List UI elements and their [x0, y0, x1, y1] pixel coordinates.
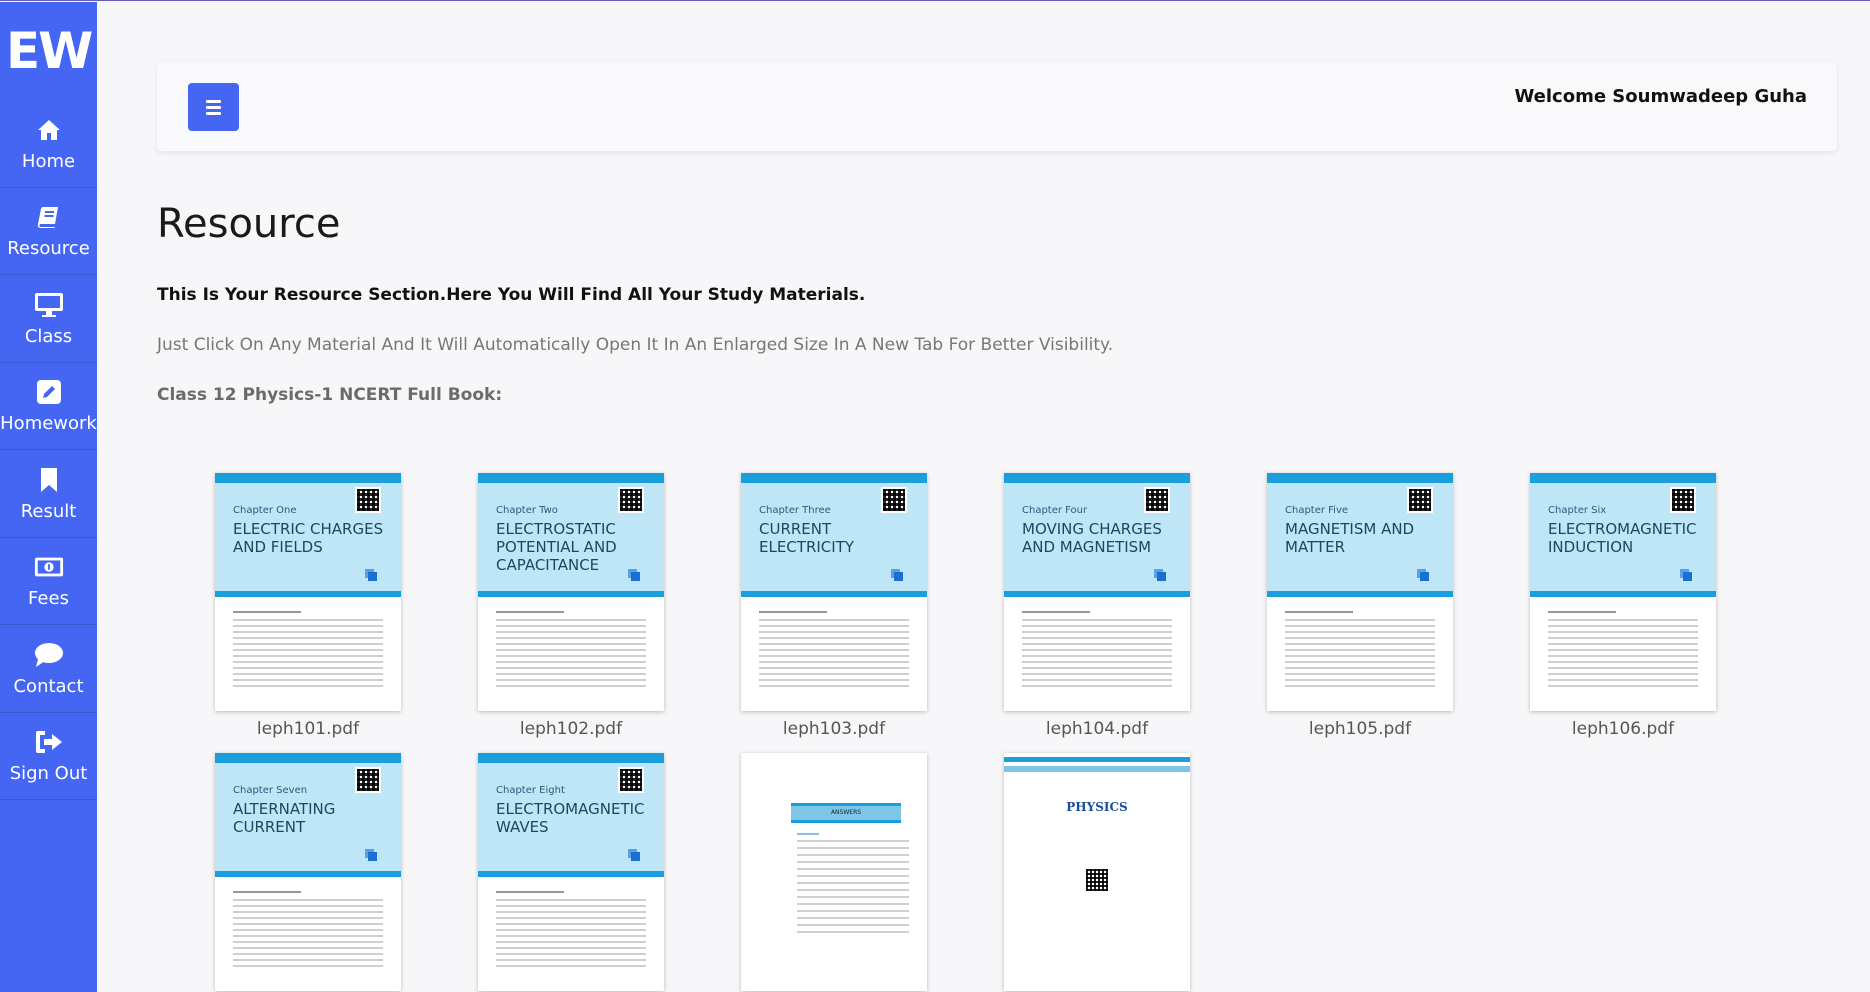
chat-bubble-icon: [34, 640, 64, 670]
qr-code-icon: [618, 767, 644, 793]
pdf-document[interactable]: Chapter Three Current Electricity leph10…: [741, 473, 927, 753]
sidebar-item-label: Fees: [28, 588, 69, 610]
pdf-document[interactable]: Chapter Six Electromagnetic Induction le…: [1530, 473, 1716, 753]
hamburger-icon-line: [206, 111, 221, 115]
book-icon: [34, 202, 64, 232]
pdf-document[interactable]: Chapter Seven Alternating Current: [215, 753, 401, 991]
qr-code-icon: [1086, 869, 1108, 891]
page-title: Resource: [157, 201, 341, 247]
chapter-title: Current Electricity: [759, 520, 855, 556]
ncert-logo-icon: [1420, 572, 1429, 581]
welcome-text: Welcome Soumwadeep Guha: [1514, 86, 1807, 107]
pdf-thumbnail: Chapter Four Moving Charges and Magnetis…: [1004, 473, 1190, 711]
pdf-document[interactable]: Chapter Two Electrostatic Potential and …: [478, 473, 664, 753]
sidebar-item-label: Result: [20, 500, 77, 522]
sign-out-icon: [34, 727, 64, 757]
qr-code-icon: [618, 487, 644, 513]
hamburger-icon: [206, 99, 221, 103]
sidebar-item-label: Sign Out: [9, 763, 88, 785]
pdf-filename[interactable]: leph101.pdf: [215, 719, 401, 753]
hamburger-icon-line: [206, 105, 221, 109]
pdf-thumbnail-answers: ANSWERS: [741, 753, 927, 991]
chapter-title: Electrostatic Potential and Capacitance: [496, 520, 617, 574]
sidebar-item-label: Homework: [0, 413, 97, 435]
pdf-thumbnail: Chapter Five Magnetism and Matter: [1267, 473, 1453, 711]
pdf-filename[interactable]: leph102.pdf: [478, 719, 664, 753]
sidebar-item-fees[interactable]: Fees: [0, 538, 97, 625]
home-icon: [34, 115, 64, 145]
pdf-document[interactable]: Chapter Five Magnetism and Matter leph10…: [1267, 473, 1453, 753]
qr-code-icon: [1407, 487, 1433, 513]
sidebar-item-class[interactable]: Class: [0, 275, 97, 363]
pdf-thumbnail-book-cover: PHYSICS: [1004, 753, 1190, 991]
menu-toggle-button[interactable]: [188, 83, 239, 131]
chapter-title: Electric Charges and Fields: [233, 520, 384, 556]
sidebar-item-label: Class: [24, 325, 73, 347]
hint-text: Just Click On Any Material And It Will A…: [157, 335, 1114, 355]
monitor-icon: [34, 290, 64, 320]
pdf-thumbnail: Chapter Six Electromagnetic Induction: [1530, 473, 1716, 711]
sidebar-item-homework[interactable]: Homework: [0, 363, 97, 450]
sidebar-item-result[interactable]: Result: [0, 450, 97, 538]
pdf-thumbnail: Chapter Three Current Electricity: [741, 473, 927, 711]
sidebar: EW Home Resource Class Homework Result F…: [0, 2, 97, 992]
sidebar-item-sign-out[interactable]: Sign Out: [0, 713, 97, 800]
intro-text: This Is Your Resource Section.Here You W…: [157, 285, 866, 305]
ncert-logo-icon: [631, 852, 640, 861]
sidebar-item-label: Home: [21, 150, 76, 172]
pdf-document[interactable]: Chapter Four Moving Charges and Magnetis…: [1004, 473, 1190, 753]
sidebar-item-label: Resource: [7, 238, 90, 260]
edit-icon: [34, 377, 64, 407]
qr-code-icon: [1670, 487, 1696, 513]
main-content: Resource This Is Your Resource Section.H…: [157, 201, 1837, 405]
chapter-title: Moving Charges and Magnetism: [1022, 520, 1162, 556]
top-header: Welcome Soumwadeep Guha: [157, 62, 1837, 151]
pdf-filename[interactable]: leph103.pdf: [741, 719, 927, 753]
pdf-filename[interactable]: leph104.pdf: [1004, 719, 1190, 753]
pdf-filename[interactable]: leph106.pdf: [1530, 719, 1716, 753]
qr-code-icon: [355, 767, 381, 793]
pdf-document[interactable]: PHYSICS: [1004, 753, 1190, 991]
document-grid: Chapter One Electric Charges and Fields …: [215, 473, 1716, 991]
qr-code-icon: [1144, 487, 1170, 513]
ncert-logo-icon: [631, 572, 640, 581]
ncert-logo-icon: [368, 852, 377, 861]
book-title: PHYSICS: [1066, 800, 1128, 814]
chapter-title: Electromagnetic Induction: [1548, 520, 1697, 556]
pdf-thumbnail: Chapter Two Electrostatic Potential and …: [478, 473, 664, 711]
chapter-title: Alternating Current: [233, 800, 336, 836]
pdf-filename[interactable]: leph105.pdf: [1267, 719, 1453, 753]
sidebar-item-label: Contact: [13, 675, 84, 697]
section-label: Class 12 Physics-1 NCERT Full Book:: [157, 385, 503, 405]
ncert-logo-icon: [1157, 572, 1166, 581]
sidebar-item-home[interactable]: Home: [0, 100, 97, 188]
ncert-logo-icon: [368, 572, 377, 581]
pdf-thumbnail: Chapter Eight Electromagnetic Waves: [478, 753, 664, 991]
sidebar-item-contact[interactable]: Contact: [0, 625, 97, 713]
pdf-document[interactable]: ANSWERS: [741, 753, 927, 991]
ncert-logo-icon: [894, 572, 903, 581]
pdf-thumbnail: Chapter One Electric Charges and Fields: [215, 473, 401, 711]
pdf-document[interactable]: Chapter One Electric Charges and Fields …: [215, 473, 401, 753]
qr-code-icon: [355, 487, 381, 513]
chapter-title: Electromagnetic Waves: [496, 800, 645, 836]
qr-code-icon: [881, 487, 907, 513]
pdf-document[interactable]: Chapter Eight Electromagnetic Waves: [478, 753, 664, 991]
app-logo[interactable]: EW: [0, 2, 97, 100]
chapter-title: Magnetism and Matter: [1285, 520, 1415, 556]
ncert-logo-icon: [1683, 572, 1692, 581]
pdf-thumbnail: Chapter Seven Alternating Current: [215, 753, 401, 991]
money-icon: [34, 552, 64, 582]
sidebar-item-resource[interactable]: Resource: [0, 188, 97, 275]
bookmark-icon: [34, 465, 64, 495]
answers-heading: ANSWERS: [791, 803, 901, 823]
